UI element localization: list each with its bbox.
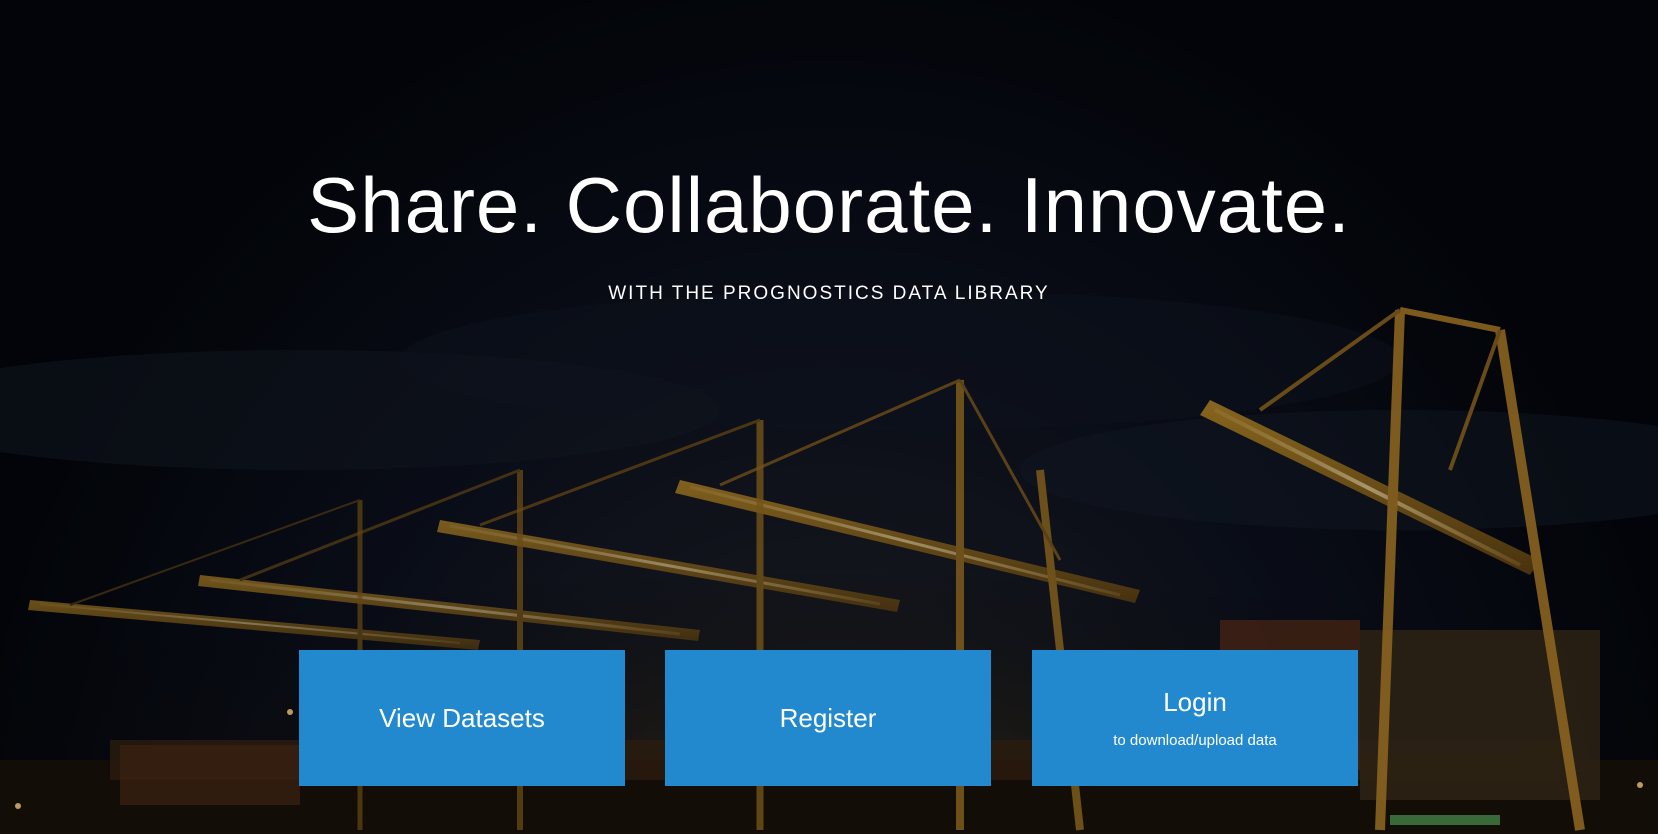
register-button[interactable]: Register bbox=[665, 650, 991, 786]
hero-section: Share. Collaborate. Innovate. WITH THE P… bbox=[0, 0, 1658, 834]
login-label: Login bbox=[1163, 687, 1227, 717]
view-datasets-button[interactable]: View Datasets bbox=[299, 650, 625, 786]
hero-subheadline: WITH THE PROGNOSTICS DATA LIBRARY bbox=[608, 283, 1050, 304]
register-label: Register bbox=[779, 702, 877, 733]
login-button[interactable]: Login to download/upload data bbox=[1032, 650, 1358, 786]
hero-headline: Share. Collaborate. Innovate. bbox=[307, 161, 1351, 249]
view-datasets-label: View Datasets bbox=[379, 702, 545, 733]
login-sublabel: to download/upload data bbox=[1113, 732, 1277, 749]
